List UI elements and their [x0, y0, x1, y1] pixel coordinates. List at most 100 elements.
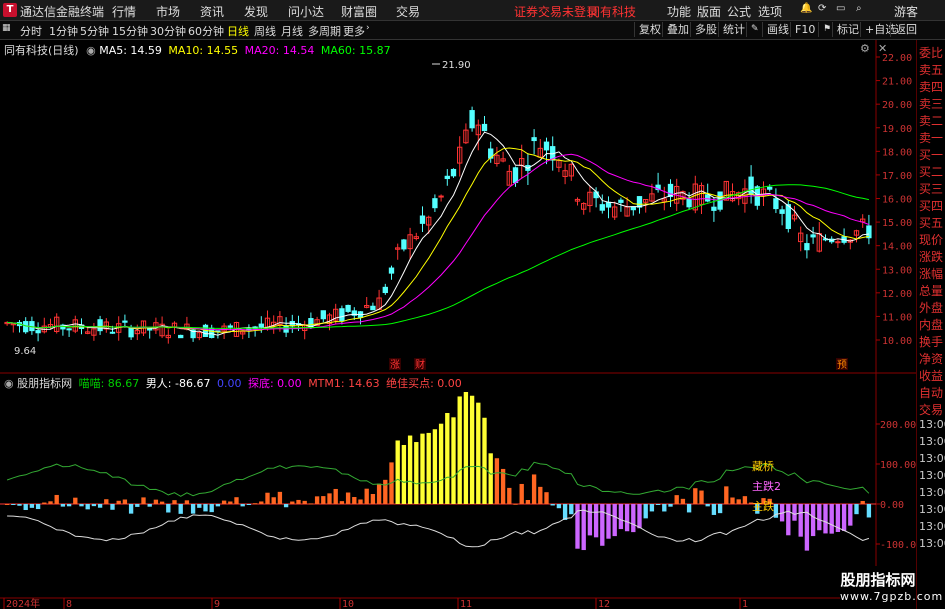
candle-body[interactable]	[711, 206, 717, 211]
draw-line-button[interactable]: 画线	[762, 22, 793, 37]
candle-body[interactable]	[630, 206, 636, 211]
candle-body[interactable]	[419, 215, 426, 224]
candle-body[interactable]	[543, 141, 550, 151]
candle-body[interactable]	[866, 225, 872, 239]
candle-body[interactable]	[785, 204, 791, 229]
period-more[interactable]: 更多	[343, 23, 365, 39]
candle-body[interactable]	[35, 330, 41, 334]
candle-body[interactable]	[438, 195, 444, 198]
chart-canvas[interactable]: 22.0021.0020.0019.0018.0017.0016.0015.00…	[0, 40, 916, 609]
candle-body[interactable]	[23, 321, 29, 333]
menu-wealth[interactable]: 财富圈	[341, 3, 377, 20]
candle-body[interactable]	[178, 334, 184, 339]
draw-icon[interactable]: ✎	[746, 22, 763, 37]
signal-label-1[interactable]: 主跌2	[752, 479, 781, 493]
candle-body[interactable]	[481, 123, 488, 132]
multi-stock-button[interactable]: 多股	[690, 22, 721, 37]
candle-body[interactable]	[599, 204, 605, 211]
candle-body[interactable]	[636, 196, 643, 208]
candle-body[interactable]	[370, 305, 376, 311]
candle-body[interactable]	[512, 167, 519, 184]
candle-body[interactable]	[66, 328, 72, 331]
f10-button[interactable]: F10	[790, 22, 819, 37]
candle-body[interactable]	[432, 198, 438, 209]
search-icon[interactable]: ⌕	[856, 3, 862, 14]
period-60min[interactable]: 60分钟	[188, 23, 224, 39]
adjust-button[interactable]: 复权	[634, 22, 665, 37]
menu-function[interactable]: 功能	[667, 3, 691, 20]
quote-sidebar: 委比 卖五 卖四 卖三 卖二 卖一 买一 买二 买三 买四 买五 现价 涨跌 涨幅 总量 外盘 内盘 换手 净资 收益…	[916, 40, 945, 609]
signal-label-2[interactable]: 主跌	[752, 499, 774, 513]
menu-options[interactable]: 选项	[758, 3, 782, 20]
event-marker-2[interactable]: 预	[837, 359, 847, 371]
mark-button[interactable]: 标记	[832, 22, 863, 37]
candle-body[interactable]	[810, 234, 816, 238]
trade-login-notice[interactable]: 证券交易未登录	[514, 3, 598, 20]
candle-body[interactable]	[531, 137, 537, 142]
menu-discover[interactable]: 发现	[244, 3, 268, 20]
back-button[interactable]: 返回	[890, 22, 921, 37]
candle-body[interactable]	[444, 175, 450, 180]
candle-body[interactable]	[593, 191, 599, 199]
period-weekly[interactable]: 周线	[254, 23, 276, 39]
period-multi[interactable]: 多周期	[308, 23, 341, 39]
indicator-chart[interactable]: 200.00 100.00 0.00 -100.00 藏桥主跌2 主跌 2024年 8 9 10 1…	[0, 392, 916, 609]
overlay-button[interactable]: 叠加	[662, 22, 693, 37]
candle-body[interactable]	[128, 327, 134, 338]
candle-body[interactable]	[97, 319, 103, 332]
candle-body[interactable]	[835, 241, 841, 244]
statistics-button[interactable]: 统计	[718, 22, 749, 37]
indicator-bar	[643, 504, 648, 519]
menu-formula[interactable]: 公式	[727, 3, 751, 20]
indicator-bar	[513, 503, 518, 505]
candle-body[interactable]	[450, 168, 457, 177]
menu-trade[interactable]: 交易	[396, 3, 420, 20]
candle-body[interactable]	[767, 186, 773, 190]
candle-body[interactable]	[227, 325, 233, 328]
close-icon[interactable]: ✕	[878, 42, 887, 55]
candle-body[interactable]	[258, 323, 264, 328]
period-tick[interactable]: 分时	[20, 23, 42, 39]
candle-body[interactable]	[618, 199, 624, 203]
menu-news[interactable]: 资讯	[200, 3, 224, 20]
event-marker-1[interactable]: 财	[415, 358, 425, 371]
candle-body[interactable]	[401, 239, 407, 250]
menu-market-quotes[interactable]: 行情	[112, 3, 136, 20]
candle-body[interactable]	[109, 331, 116, 334]
bell-icon[interactable]: 🔔	[800, 3, 812, 14]
menu-ask[interactable]: 问小达	[288, 3, 324, 20]
candle-body[interactable]	[804, 243, 810, 251]
period-15min[interactable]: 15分钟	[112, 23, 148, 39]
period-daily[interactable]: 日线	[227, 23, 249, 39]
main-candlestick-chart[interactable]: 22.0021.0020.0019.0018.0017.0016.0015.00…	[4, 40, 912, 609]
candle-body[interactable]	[779, 209, 785, 214]
candle-body[interactable]	[773, 198, 779, 210]
period-5min[interactable]: 5分钟	[80, 23, 109, 39]
candle-body[interactable]	[686, 198, 692, 208]
candle-body[interactable]	[382, 286, 388, 294]
window-icon[interactable]: ▭	[836, 3, 845, 14]
candle-body[interactable]	[469, 110, 475, 129]
candle-body[interactable]	[605, 201, 612, 208]
menu-market[interactable]: 市场	[156, 3, 180, 20]
event-marker-0[interactable]: 涨	[390, 359, 400, 371]
candle-body[interactable]	[320, 310, 326, 320]
candle-body[interactable]	[388, 267, 395, 274]
candle-body[interactable]	[339, 308, 345, 322]
candle-body[interactable]	[705, 194, 711, 202]
signal-label-0[interactable]: 藏桥	[752, 460, 774, 473]
indicator-dot-icon[interactable]: ◉	[4, 377, 14, 390]
refresh-icon[interactable]: ⟳	[818, 3, 826, 14]
candle-body[interactable]	[748, 176, 754, 196]
user-guest[interactable]: 游客	[894, 3, 918, 20]
settings-gear-icon[interactable]: ⚙	[860, 42, 870, 55]
menu-layout[interactable]: 版面	[697, 3, 721, 20]
grid-icon[interactable]: ▦	[2, 23, 11, 33]
candle-body[interactable]	[122, 320, 128, 323]
period-30min[interactable]: 30分钟	[150, 23, 186, 39]
chevron-right-icon[interactable]: ›	[366, 23, 370, 33]
candle-body[interactable]	[345, 304, 351, 312]
period-1min[interactable]: 1分钟	[49, 23, 78, 39]
settings-dot-icon[interactable]: ◉	[86, 44, 96, 57]
period-monthly[interactable]: 月线	[281, 23, 303, 39]
